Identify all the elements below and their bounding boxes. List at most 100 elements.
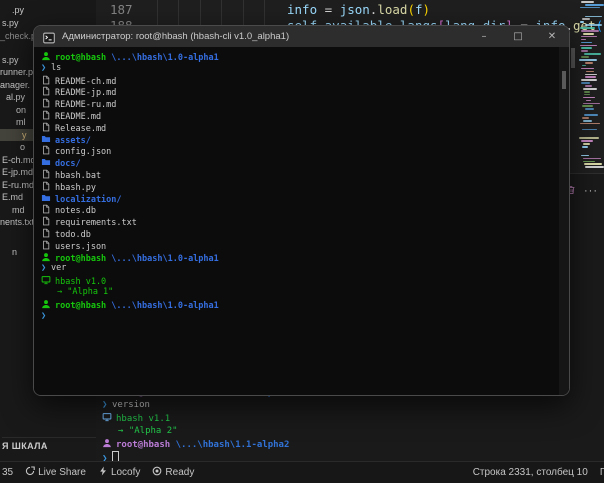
minimap[interactable] (578, 0, 604, 172)
timeline-section-header[interactable]: Я ШКАЛА (2, 437, 96, 451)
explorer-item-label: ml (16, 117, 26, 127)
console-output[interactable]: root@hbash \...\hbash\1.0-alpha1❯lsREADM… (34, 47, 569, 395)
terminal-line: docs/ (41, 157, 569, 169)
status-item-label: Locofy (111, 467, 140, 478)
terminal-line: README-ru.md (41, 98, 569, 110)
file-icon (41, 169, 51, 179)
code-token: f (415, 2, 423, 17)
more-actions-icon[interactable]: ··· (584, 186, 598, 196)
status-item-35[interactable]: 35 (2, 467, 13, 478)
terminal-text: README-ch.md (55, 77, 116, 87)
terminal-line: README-jp.md (41, 86, 569, 98)
prompt-char: ❯ (41, 311, 51, 323)
terminal-text: ver (51, 263, 66, 273)
explorer-item-label: nents.txt (0, 217, 34, 227)
terminal-text: users.json (55, 242, 106, 252)
status-item-locofy[interactable]: Locofy (98, 466, 140, 479)
terminal-text: root@hbash (55, 53, 106, 63)
terminal-line: notes.db (41, 204, 569, 216)
file-icon (41, 216, 51, 226)
explorer-item[interactable]: .py (0, 4, 96, 16)
code-token: ( (407, 2, 415, 17)
console-title-bar[interactable]: Администратор: root@hbash (hbash-cli v1.… (34, 26, 569, 47)
terminal-text: version (112, 400, 150, 410)
status-item-label: Строка 2331, столбец 10 (473, 467, 588, 478)
editor-scrollbar[interactable] (571, 48, 575, 68)
terminal-line: → "Alpha 2" (102, 425, 289, 438)
terminal-text: root@hbash (55, 301, 106, 311)
file-icon (41, 98, 51, 108)
terminal-text: README-jp.md (55, 88, 116, 98)
terminal-line: README.md (41, 110, 569, 122)
terminal-text: notes.db (55, 206, 96, 216)
terminal-text: ls (51, 63, 61, 73)
explorer-item-label: E-ru.md (2, 180, 34, 190)
terminal-text: requirements.txt (55, 218, 137, 228)
console-scrollbar-thumb[interactable] (562, 71, 566, 89)
file-icon (41, 181, 51, 191)
terminal-line: config.json (41, 145, 569, 157)
terminal-text: \...\hbash\1.0-alpha1 (106, 53, 219, 63)
status-item-label: П (600, 467, 604, 478)
folder-icon (41, 134, 51, 144)
terminal-line: hbash.py (41, 181, 569, 193)
file-icon (41, 110, 51, 120)
maximize-button[interactable]: □ (501, 26, 535, 47)
explorer-item-label: E-ch.md (2, 155, 36, 165)
status-item-строка-2331-столбец-10[interactable]: Строка 2331, столбец 10 (473, 467, 588, 478)
terminal-text: \...\hbash\1.1-alpha2 (170, 440, 289, 450)
terminal-text: → "Alpha 1" (57, 287, 113, 297)
terminal-text: README-ru.md (55, 100, 116, 110)
explorer-item-label: md (12, 205, 25, 215)
explorer-item-label: E.md (2, 192, 23, 202)
code-token: = (317, 2, 340, 17)
console-scrollbar[interactable] (559, 47, 569, 395)
integrated-terminal-output[interactable]: root@hbash \...\hbash\1.1-alpha2❯version… (102, 386, 289, 464)
explorer-item-label: o (20, 142, 25, 152)
user-icon (102, 438, 112, 448)
user-icon (41, 51, 51, 61)
terminal-line: ❯version (102, 399, 289, 412)
file-icon (41, 86, 51, 96)
editor-code-line: 187info = json.load(f) (96, 2, 576, 18)
terminal-line: hbash.bat (41, 169, 569, 181)
prompt-char: ❯ (102, 399, 112, 412)
explorer-item-label: s.py (2, 55, 19, 65)
status-item-live-share[interactable]: Live Share (25, 466, 86, 479)
minimize-button[interactable]: – (467, 26, 501, 47)
status-item-п[interactable]: П (600, 467, 604, 478)
terminal-text: hbash.bat (55, 171, 101, 181)
prompt-char: ❯ (41, 63, 51, 75)
explorer-item-label: E-jp.md (2, 167, 33, 177)
terminal-line: ❯ver (41, 263, 569, 275)
terminal-text: hbash v1.0 (55, 277, 106, 287)
terminal-text: root@hbash (55, 254, 106, 264)
explorer-item-label: on (16, 105, 26, 115)
status-item-label: Ready (165, 467, 194, 478)
computer-icon (41, 275, 51, 285)
terminal-text: todo.db (55, 230, 91, 240)
explorer-item-label: n (12, 247, 17, 257)
status-item-label: 35 (2, 467, 13, 478)
terminal-text: Release.md (55, 124, 106, 134)
explorer-item-label: al.py (6, 92, 25, 102)
terminal-line: root@hbash \...\hbash\1.0-alpha1 (41, 252, 569, 264)
code-token: ) (423, 2, 431, 17)
folder-icon (41, 193, 51, 203)
close-button[interactable]: ✕ (535, 26, 569, 47)
folder-icon (41, 157, 51, 167)
terminal-line: todo.db (41, 228, 569, 240)
status-item-ready[interactable]: Ready (152, 466, 194, 479)
terminal-line: root@hbash \...\hbash\1.0-alpha1 (41, 299, 569, 311)
file-icon (41, 145, 51, 155)
user-icon (41, 252, 51, 262)
line-number: 187 (110, 2, 133, 18)
file-icon (41, 75, 51, 85)
liveshare-icon (25, 466, 35, 479)
terminal-line: root@hbash \...\hbash\1.0-alpha1 (41, 51, 569, 63)
status-item-label: Live Share (38, 467, 86, 478)
cmd-icon (43, 31, 55, 43)
terminal-line: assets/ (41, 134, 569, 146)
terminal-line: users.json (41, 240, 569, 252)
file-icon (41, 228, 51, 238)
